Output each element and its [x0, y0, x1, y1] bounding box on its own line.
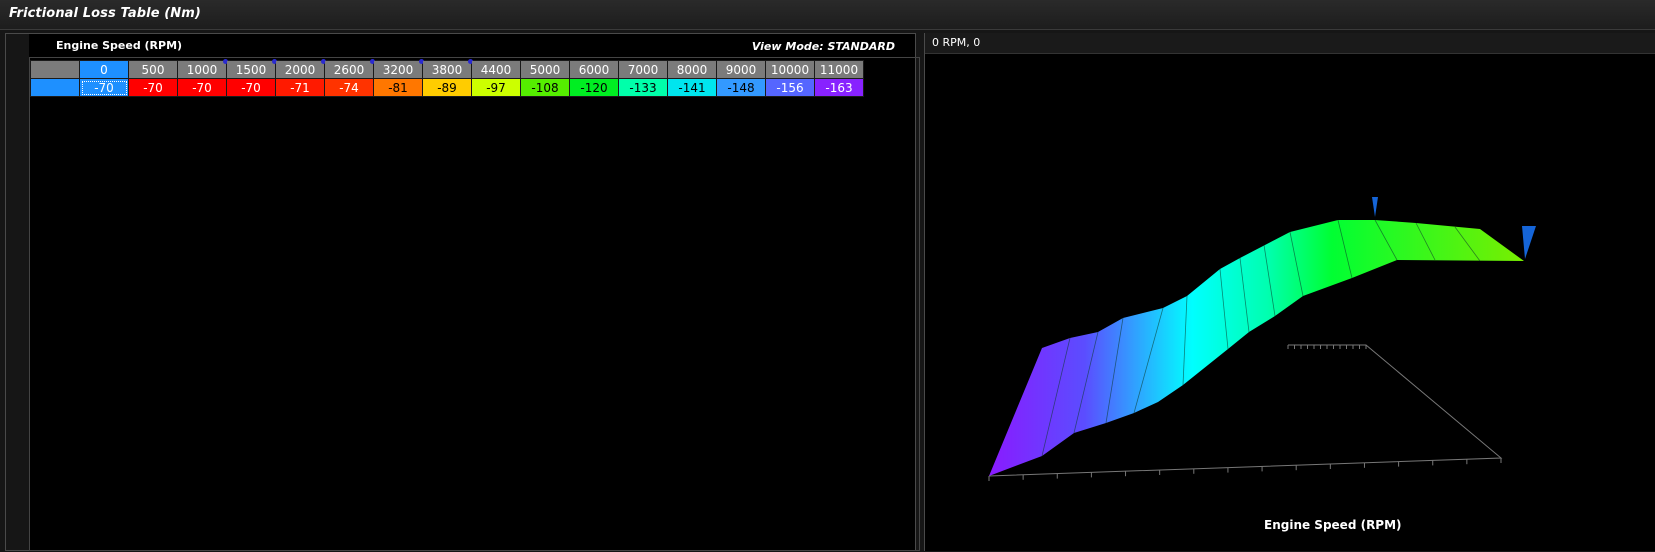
- column-header[interactable]: 4400: [471, 60, 521, 79]
- value-cell[interactable]: -70: [128, 78, 178, 97]
- title-bar: Frictional Loss Table (Nm): [0, 0, 1655, 30]
- column-header[interactable]: 2000: [275, 59, 326, 79]
- value-cell[interactable]: -163: [814, 78, 864, 97]
- column-header[interactable]: 9000: [716, 60, 766, 79]
- value-cell[interactable]: -156: [765, 78, 815, 97]
- value-cell[interactable]: -148: [716, 78, 766, 97]
- value-cell[interactable]: -70: [79, 78, 129, 97]
- column-header[interactable]: 10000: [765, 60, 815, 79]
- column-header[interactable]: 2600: [324, 59, 375, 79]
- column-header[interactable]: 0: [79, 60, 129, 79]
- corner-cell[interactable]: [30, 60, 80, 79]
- value-cell[interactable]: -120: [569, 78, 619, 97]
- value-cell[interactable]: -70: [177, 78, 227, 97]
- column-header[interactable]: 3800: [422, 59, 473, 79]
- value-cell[interactable]: -81: [373, 78, 423, 97]
- value-cell[interactable]: -71: [275, 78, 325, 97]
- window-title: Frictional Loss Table (Nm): [9, 6, 201, 21]
- surface-plot-panel: 0 RPM, 0 Engine Speed (RPM): [924, 33, 1655, 551]
- table-axis-label: Engine Speed (RPM): [56, 39, 183, 52]
- column-header[interactable]: 6000: [569, 60, 619, 79]
- view-mode-label[interactable]: View Mode: STANDARD: [752, 40, 895, 53]
- column-header[interactable]: 500: [128, 60, 178, 79]
- column-header[interactable]: 7000: [618, 60, 668, 79]
- axis-marker-icon[interactable]: [1372, 197, 1378, 217]
- row-header-cell[interactable]: [30, 78, 80, 97]
- surface-mesh: [989, 219, 1524, 476]
- column-header[interactable]: 1000: [177, 59, 228, 79]
- table-panel: Engine Speed (RPM) View Mode: STANDARD: [5, 33, 920, 551]
- value-cell[interactable]: -108: [520, 78, 570, 97]
- column-header[interactable]: 3200: [373, 59, 424, 79]
- surface-band: [989, 220, 1524, 476]
- value-cell[interactable]: -133: [618, 78, 668, 97]
- frictional-loss-table[interactable]: 0 500 1000 1500 2000 2600 3200 3800 4400 5000 6000…: [30, 59, 864, 97]
- value-cell[interactable]: -97: [471, 78, 521, 97]
- surface-plot[interactable]: [925, 33, 1655, 551]
- value-row: -70 -70 -70 -70 -71 -74 -81 -89 -97 -108 -120 -133-…: [30, 78, 864, 97]
- plot-x-axis-label: Engine Speed (RPM): [1264, 518, 1402, 532]
- axis-marker-icon[interactable]: [1522, 226, 1536, 259]
- column-header-row: 0 500 1000 1500 2000 2600 3200 3800 4400 5000 6000…: [30, 59, 864, 79]
- value-cell[interactable]: -141: [667, 78, 717, 97]
- column-header[interactable]: 11000: [814, 60, 864, 79]
- value-cell[interactable]: -70: [226, 78, 276, 97]
- table-gutter: [6, 34, 29, 550]
- table-frame: [29, 57, 920, 551]
- value-cell[interactable]: -89: [422, 78, 472, 97]
- value-cell[interactable]: -74: [324, 78, 374, 97]
- column-header[interactable]: 8000: [667, 60, 717, 79]
- column-header[interactable]: 5000: [520, 60, 570, 79]
- column-header[interactable]: 1500: [226, 59, 277, 79]
